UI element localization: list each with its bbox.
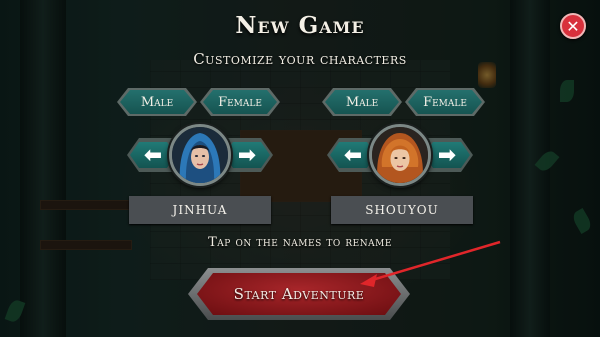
annotation-arrow [360,240,501,287]
